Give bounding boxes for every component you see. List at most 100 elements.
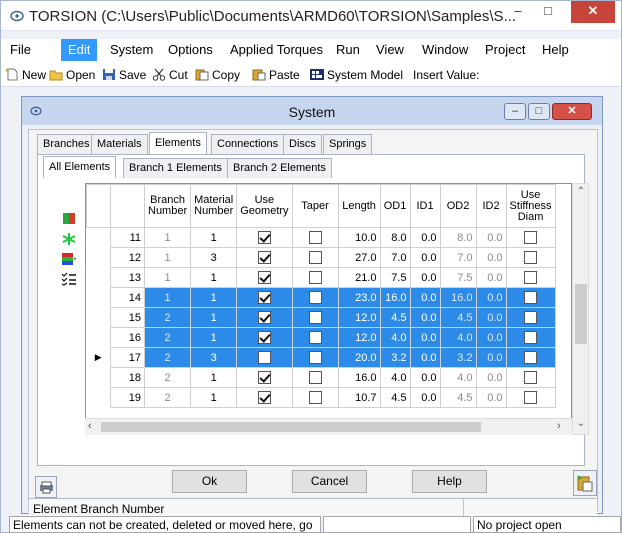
unchecked-checkbox[interactable] bbox=[524, 251, 538, 264]
scroll-up-arrow-icon[interactable]: ⌃ bbox=[575, 186, 587, 198]
cell-use-geometry[interactable] bbox=[236, 227, 293, 248]
cell-od2[interactable]: 4.5 bbox=[439, 307, 477, 328]
checked-checkbox[interactable] bbox=[257, 311, 271, 324]
tab-materials[interactable]: Materials bbox=[91, 134, 148, 154]
table-row[interactable]: 19 2 1 10.7 4.5 0.0 4.5 0.0 bbox=[86, 387, 556, 408]
cell-use-stiffness-diam[interactable] bbox=[505, 307, 556, 328]
cell-length[interactable]: 10.7 bbox=[337, 387, 381, 408]
unchecked-checkbox[interactable] bbox=[524, 271, 538, 284]
cell-taper[interactable] bbox=[291, 227, 339, 248]
scroll-right-arrow-icon[interactable]: › bbox=[557, 420, 561, 432]
unchecked-checkbox[interactable] bbox=[524, 311, 538, 324]
table-row[interactable]: 11 1 1 10.0 8.0 0.0 8.0 0.0 bbox=[86, 227, 556, 248]
row-selector[interactable] bbox=[86, 367, 111, 388]
subtab-branch-2-elements[interactable]: Branch 2 Elements bbox=[227, 158, 332, 178]
cell-taper[interactable] bbox=[291, 347, 339, 368]
cell-use-geometry[interactable] bbox=[236, 267, 293, 288]
cell-id1[interactable]: 0.0 bbox=[409, 327, 441, 348]
cell-id2[interactable]: 0.0 bbox=[475, 347, 507, 368]
cell-od2[interactable]: 4.5 bbox=[439, 387, 477, 408]
cell-use-geometry[interactable] bbox=[236, 287, 293, 308]
header-branch-number[interactable]: Branch Number bbox=[143, 184, 192, 228]
minimize-button[interactable]: – bbox=[505, 1, 531, 23]
ok-button[interactable]: Ok bbox=[172, 470, 247, 493]
cell-od1[interactable]: 16.0 bbox=[379, 287, 411, 308]
cell-od2[interactable]: 4.0 bbox=[439, 327, 477, 348]
table-row[interactable]: 12 1 3 27.0 7.0 0.0 7.0 0.0 bbox=[86, 247, 556, 268]
dialog-close-button[interactable]: ✕ bbox=[552, 103, 592, 120]
cell-use-stiffness-diam[interactable] bbox=[505, 267, 556, 288]
cancel-button[interactable]: Cancel bbox=[292, 470, 367, 493]
tab-discs[interactable]: Discs bbox=[283, 134, 322, 154]
grid-horizontal-scrollbar[interactable]: ‹ › bbox=[85, 418, 572, 435]
cell-taper[interactable] bbox=[291, 327, 339, 348]
cell-length[interactable]: 23.0 bbox=[337, 287, 381, 308]
current-row-pointer-icon[interactable]: ▶ bbox=[86, 347, 111, 368]
subtab-branch-1-elements[interactable]: Branch 1 Elements bbox=[123, 158, 228, 178]
cell-length[interactable]: 20.0 bbox=[337, 347, 381, 368]
cell-branch-number[interactable]: 1 bbox=[143, 227, 192, 248]
save-button[interactable]: Save bbox=[102, 66, 146, 84]
cell-material-number[interactable]: 3 bbox=[190, 347, 238, 368]
checked-checkbox[interactable] bbox=[257, 231, 271, 244]
cell-id2[interactable]: 0.0 bbox=[475, 327, 507, 348]
header-id2[interactable]: ID2 bbox=[475, 184, 507, 228]
menu-run[interactable]: Run bbox=[329, 39, 367, 61]
unchecked-checkbox[interactable] bbox=[524, 371, 538, 384]
cell-length[interactable]: 12.0 bbox=[337, 327, 381, 348]
cell-length[interactable]: 16.0 bbox=[337, 367, 381, 388]
new-button[interactable]: New bbox=[5, 66, 46, 84]
cell-branch-number[interactable]: 1 bbox=[143, 267, 192, 288]
checklist-icon[interactable] bbox=[61, 272, 77, 286]
cell-id1[interactable]: 0.0 bbox=[409, 247, 441, 268]
header-length[interactable]: Length bbox=[337, 184, 381, 228]
cell-material-number[interactable]: 1 bbox=[190, 287, 238, 308]
row-selector[interactable] bbox=[86, 267, 111, 288]
scroll-left-arrow-icon[interactable]: ‹ bbox=[88, 420, 92, 432]
cell-branch-number[interactable]: 1 bbox=[143, 247, 192, 268]
cell-use-geometry[interactable] bbox=[236, 347, 293, 368]
cell-od1[interactable]: 8.0 bbox=[379, 227, 411, 248]
paste-clipboard-button[interactable] bbox=[573, 470, 597, 496]
cell-material-number[interactable]: 1 bbox=[190, 387, 238, 408]
unchecked-checkbox[interactable] bbox=[524, 331, 538, 344]
scroll-down-arrow-icon[interactable]: ⌄ bbox=[575, 418, 587, 430]
checked-checkbox[interactable] bbox=[257, 371, 271, 384]
cell-taper[interactable] bbox=[291, 387, 339, 408]
vertical-scroll-thumb[interactable] bbox=[575, 284, 587, 344]
unchecked-checkbox[interactable] bbox=[257, 351, 271, 364]
unchecked-checkbox[interactable] bbox=[308, 291, 322, 304]
cell-id2[interactable]: 0.0 bbox=[475, 287, 507, 308]
cell-taper[interactable] bbox=[291, 287, 339, 308]
unchecked-checkbox[interactable] bbox=[524, 231, 538, 244]
cell-od2[interactable]: 7.5 bbox=[439, 267, 477, 288]
checked-checkbox[interactable] bbox=[257, 391, 271, 404]
unchecked-checkbox[interactable] bbox=[524, 291, 538, 304]
cell-use-geometry[interactable] bbox=[236, 387, 293, 408]
cell-branch-number[interactable]: 2 bbox=[143, 327, 192, 348]
cell-length[interactable]: 10.0 bbox=[337, 227, 381, 248]
cell-od2[interactable]: 8.0 bbox=[439, 227, 477, 248]
cell-od2[interactable]: 16.0 bbox=[439, 287, 477, 308]
close-button[interactable]: ✕ bbox=[571, 1, 615, 23]
cell-id2[interactable]: 0.0 bbox=[475, 367, 507, 388]
row-selector[interactable] bbox=[86, 247, 111, 268]
table-row[interactable]: 14 1 1 23.0 16.0 0.0 16.0 0.0 bbox=[86, 287, 556, 308]
cell-use-geometry[interactable] bbox=[236, 247, 293, 268]
cell-material-number[interactable]: 1 bbox=[190, 367, 238, 388]
cell-taper[interactable] bbox=[291, 267, 339, 288]
header-taper[interactable]: Taper bbox=[291, 184, 339, 228]
unchecked-checkbox[interactable] bbox=[308, 371, 322, 384]
cell-od1[interactable]: 4.5 bbox=[379, 387, 411, 408]
menu-file[interactable]: File bbox=[3, 39, 38, 61]
cell-use-geometry[interactable] bbox=[236, 367, 293, 388]
cell-taper[interactable] bbox=[291, 247, 339, 268]
cell-branch-number[interactable]: 1 bbox=[143, 287, 192, 308]
asterisk-icon[interactable] bbox=[61, 232, 77, 246]
header-use-stiffness-diam[interactable]: Use Stiffness Diam bbox=[505, 184, 556, 228]
header-od2[interactable]: OD2 bbox=[439, 184, 477, 228]
header-od1[interactable]: OD1 bbox=[379, 184, 411, 228]
subtab-all-elements[interactable]: All Elements bbox=[43, 156, 117, 178]
cell-od1[interactable]: 4.0 bbox=[379, 367, 411, 388]
unchecked-checkbox[interactable] bbox=[308, 331, 322, 344]
